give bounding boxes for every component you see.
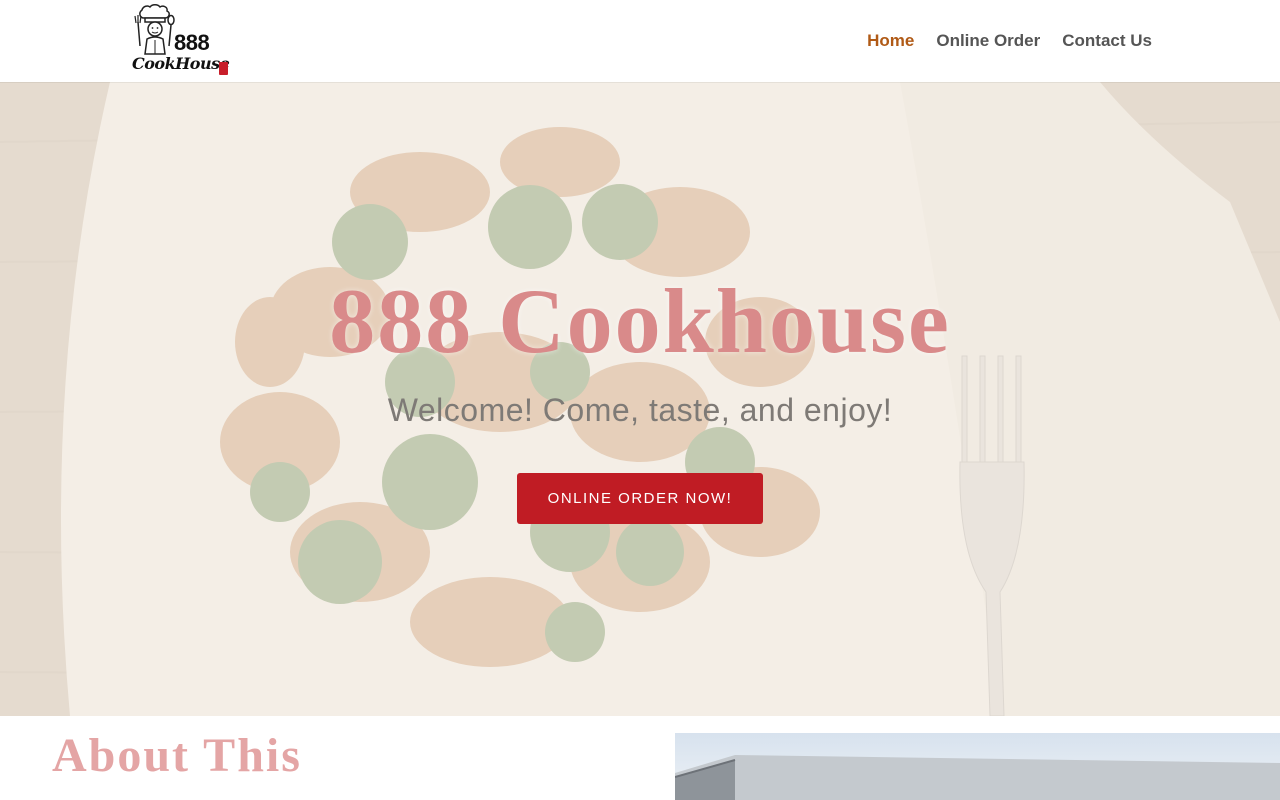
site-header: 888 CookHouse Home Online Order Contact …	[0, 0, 1280, 82]
main-nav: Home Online Order Contact Us	[867, 31, 1152, 51]
nav-contact-us[interactable]: Contact Us	[1062, 31, 1152, 51]
logo-wordmark: CookHouse	[132, 54, 230, 73]
hero-subtitle: Welcome! Come, taste, and enjoy!	[387, 392, 893, 428]
hero-title: 888 Cookhouse	[329, 270, 951, 372]
logo-seal-icon	[219, 62, 228, 75]
about-title: About This	[52, 729, 302, 782]
nav-home[interactable]: Home	[867, 31, 914, 51]
hero-section: 888 Cookhouse Welcome! Come, taste, and …	[0, 82, 1280, 716]
about-section: About This	[0, 716, 1280, 800]
restaurant-building-image	[675, 733, 1280, 800]
chef-icon	[134, 4, 175, 55]
site-logo[interactable]: 888 CookHouse	[132, 4, 232, 78]
logo-number: 888	[174, 30, 210, 55]
nav-online-order[interactable]: Online Order	[936, 31, 1040, 51]
online-order-now-button[interactable]: ONLINE ORDER NOW!	[517, 473, 763, 524]
about-photo	[675, 733, 1280, 800]
